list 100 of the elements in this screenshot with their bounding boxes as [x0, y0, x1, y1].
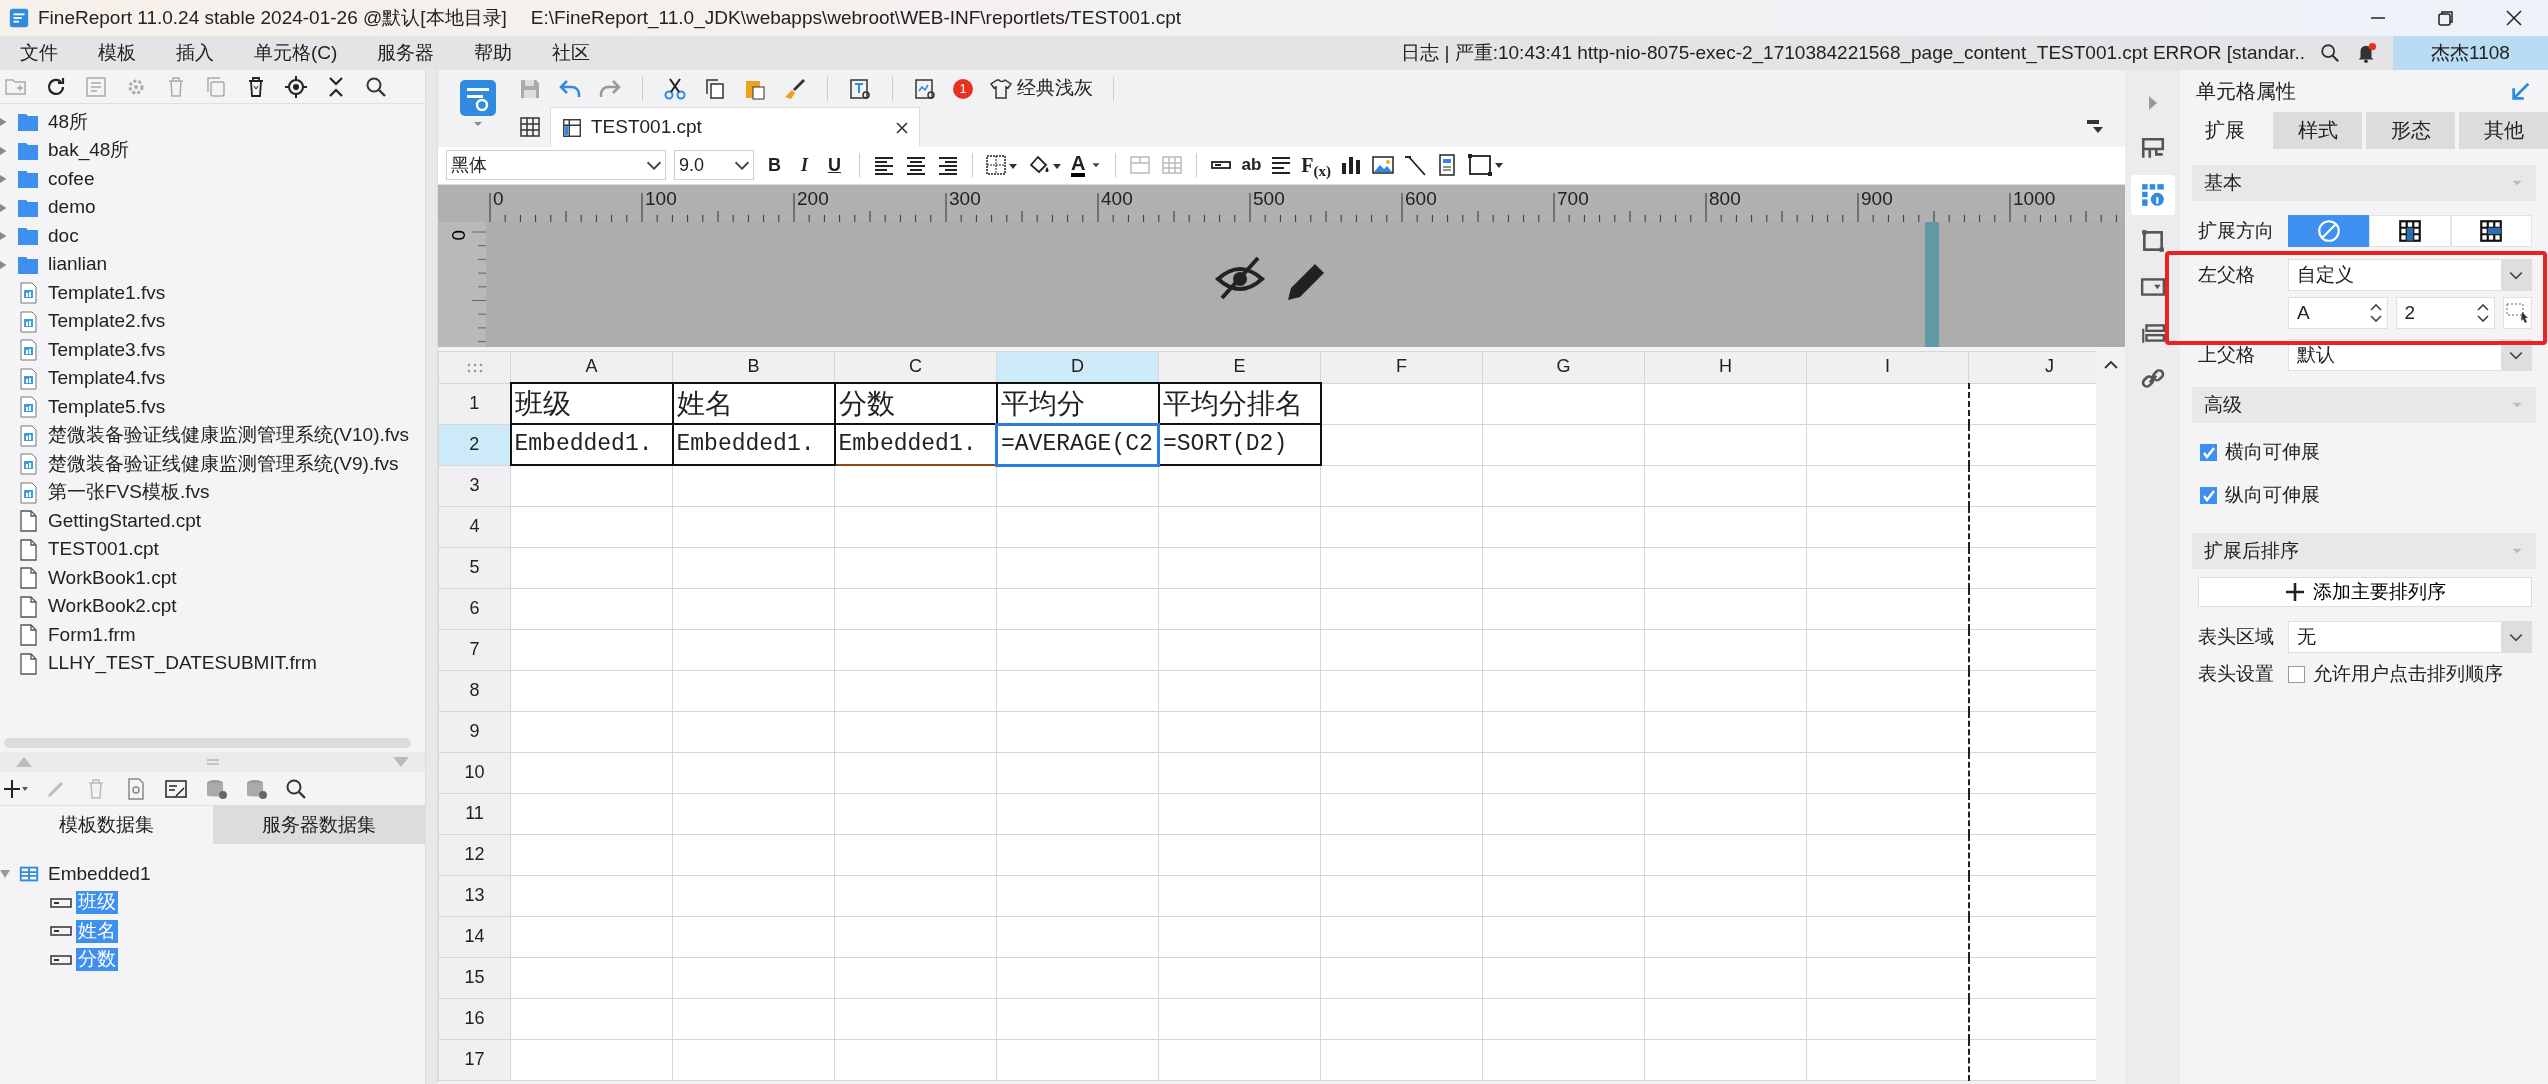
sheet-cell[interactable]: =AVERAGE(C2	[996, 424, 1159, 466]
spinner-field[interactable]: 2	[2395, 297, 2496, 329]
log-message[interactable]: 日志 | 严重:10:43:41 http-nio-8075-exec-2_1710384221568_page_content_TEST001.cpt ERROR [standar..	[1401, 41, 2305, 65]
checkbox[interactable]	[2288, 665, 2305, 683]
select-field[interactable]: 黑体	[446, 150, 666, 181]
target-icon[interactable]	[284, 74, 308, 99]
dataset-item[interactable]: Embedded1	[48, 862, 151, 886]
dropdown[interactable]: 自定义	[2288, 259, 2532, 291]
menu-item[interactable]: 文件	[0, 41, 78, 65]
text-preview-icon[interactable]	[848, 76, 872, 101]
menu-item[interactable]: 服务器	[357, 41, 455, 65]
file-item[interactable]: WorkBook2.cpt	[48, 595, 177, 619]
dropdown[interactable]: 无	[2288, 621, 2532, 653]
tab[interactable]: 样式	[2273, 112, 2362, 149]
select-field[interactable]: 9.0	[674, 150, 754, 181]
row-header[interactable]: 11	[438, 793, 511, 835]
file-item[interactable]: Template4.fvs	[48, 367, 166, 391]
sheet-cell[interactable]: Embedded1.	[510, 424, 673, 466]
file-item[interactable]: LLHY_TEST_DATESUBMIT.frm	[48, 652, 317, 676]
file-item[interactable]: 第一张FVS模板.fvs	[48, 481, 210, 505]
sheet-cell[interactable]: 分数	[834, 383, 997, 425]
tab[interactable]: 形态	[2366, 112, 2455, 149]
sheet-cell[interactable]: Embedded1.	[672, 424, 835, 466]
copy-icon[interactable]	[703, 76, 727, 101]
page-boundary-marker[interactable]	[1925, 221, 1939, 347]
row-header[interactable]: 4	[438, 506, 511, 548]
checkbox[interactable]	[2200, 487, 2217, 504]
row-header[interactable]: 2	[438, 424, 511, 466]
row-header[interactable]: 9	[438, 711, 511, 753]
font-color-button[interactable]: A	[1071, 153, 1086, 178]
scissors-icon[interactable]	[663, 76, 687, 101]
file-item[interactable]: GettingStarted.cpt	[48, 509, 202, 533]
section-header[interactable]: 扩展后排序	[2192, 533, 2536, 569]
file-item[interactable]: cofee	[48, 167, 95, 191]
scroll-up-icon[interactable]	[2102, 358, 2119, 369]
file-item[interactable]: 楚微装备验证线健康监测管理系统(V9).fvs	[48, 452, 399, 476]
brush-icon[interactable]	[783, 76, 807, 101]
report-logo-icon[interactable]	[458, 78, 498, 126]
section-header[interactable]: 高级	[2192, 387, 2536, 423]
tab[interactable]: 服务器数据集	[212, 806, 425, 844]
expand-icon[interactable]	[0, 258, 8, 271]
tab[interactable]: 其他	[2459, 112, 2548, 149]
row-header[interactable]: 7	[438, 629, 511, 671]
column-header[interactable]: A	[510, 351, 673, 384]
sheet-cell[interactable]: =SORT(D2)	[1158, 424, 1321, 466]
side-tab[interactable]	[2130, 175, 2175, 215]
frame-icon[interactable]	[1467, 153, 1504, 178]
add-sort-button[interactable]: 添加主要排列序	[2198, 577, 2532, 607]
file-item[interactable]: WorkBook1.cpt	[48, 566, 177, 590]
border-icon[interactable]	[985, 153, 1019, 178]
preview-icon[interactable]	[913, 76, 937, 101]
column-header[interactable]: J	[1968, 351, 2096, 384]
text-cell-button[interactable]: ab	[1241, 155, 1262, 176]
expand-icon[interactable]	[0, 144, 8, 157]
menu-item[interactable]: 社区	[532, 41, 611, 65]
menu-item[interactable]: 插入	[156, 41, 234, 65]
close-icon[interactable]	[895, 120, 909, 135]
format-button[interactable]: I	[795, 154, 814, 177]
column-header[interactable]: D	[996, 351, 1159, 384]
row-header[interactable]: 17	[438, 1039, 511, 1081]
format-button[interactable]: B	[762, 154, 787, 177]
file-item[interactable]: Template1.fvs	[48, 281, 166, 305]
row-header[interactable]: 16	[438, 998, 511, 1040]
column-header[interactable]: I	[1806, 351, 1969, 384]
expand-icon[interactable]	[0, 230, 8, 243]
column-header[interactable]: E	[1158, 351, 1321, 384]
file-item[interactable]: 48所	[48, 110, 89, 134]
formula-button[interactable]: F$_{(x)}$	[1301, 153, 1332, 178]
file-item[interactable]: Template5.fvs	[48, 395, 166, 419]
row-header[interactable]: 3	[438, 465, 511, 507]
arrow-icon[interactable]	[2510, 80, 2532, 102]
row-header[interactable]: 6	[438, 588, 511, 630]
menu-item[interactable]: 帮助	[454, 41, 533, 65]
file-item[interactable]: 楚微装备验证线健康监测管理系统(V10).fvs	[48, 424, 410, 448]
row-header[interactable]: 15	[438, 957, 511, 999]
splitter-handle-icon[interactable]	[204, 758, 221, 766]
file-item[interactable]: bak_48所	[48, 139, 130, 163]
file-item[interactable]: TEST001.cpt	[48, 538, 159, 562]
theme-button[interactable]: 经典浅灰	[989, 76, 1093, 101]
expand-icon[interactable]	[0, 116, 8, 129]
file-item[interactable]: Form1.frm	[48, 623, 136, 647]
file-item[interactable]: lianlian	[48, 253, 108, 277]
row-header[interactable]: 1	[438, 383, 511, 425]
slash-icon[interactable]	[1403, 153, 1428, 178]
row-header[interactable]: 8	[438, 670, 511, 712]
sheet-cell[interactable]: 平均分	[996, 383, 1159, 425]
hidden-eye-icon[interactable]	[1216, 256, 1264, 300]
sheet-cell[interactable]: 平均分排名	[1158, 383, 1321, 425]
row-header[interactable]: 14	[438, 916, 511, 958]
column-header[interactable]: G	[1482, 351, 1645, 384]
file-item[interactable]: doc	[48, 224, 79, 248]
close-icon[interactable]	[2504, 8, 2524, 28]
column-header[interactable]: C	[834, 351, 997, 384]
menu-item[interactable]: 单元格(C)	[234, 41, 358, 65]
sheet-cell[interactable]: 姓名	[672, 383, 835, 425]
checkbox[interactable]	[2200, 444, 2217, 461]
spinner-field[interactable]: A	[2288, 297, 2388, 329]
restore-icon[interactable]	[2436, 8, 2456, 28]
square-icon[interactable]	[2139, 228, 2166, 254]
expand-icon[interactable]	[0, 201, 8, 214]
